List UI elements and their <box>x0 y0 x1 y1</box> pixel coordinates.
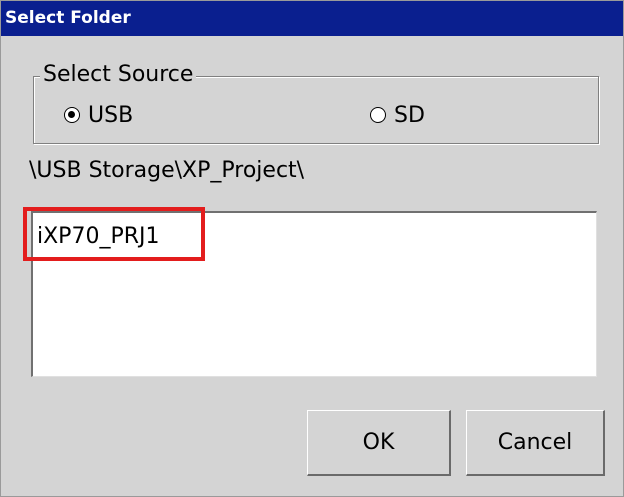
radio-sd-label: SD <box>394 102 425 128</box>
select-folder-dialog: Select Folder Select Source USB SD \USB … <box>0 0 624 497</box>
select-source-legend: Select Source <box>40 62 197 88</box>
folder-listbox[interactable]: iXP70_PRJ1 <box>31 211 597 377</box>
radio-selected-icon <box>64 107 80 123</box>
radio-sd[interactable]: SD <box>370 101 425 129</box>
window-title: Select Folder <box>1 1 623 36</box>
list-item[interactable]: iXP70_PRJ1 <box>37 223 159 251</box>
radio-unselected-icon <box>370 107 386 123</box>
radio-usb-label: USB <box>88 102 134 128</box>
current-path: \USB Storage\XP_Project\ <box>29 158 305 183</box>
ok-button[interactable]: OK <box>307 410 451 476</box>
cancel-button[interactable]: Cancel <box>466 410 605 476</box>
radio-usb[interactable]: USB <box>64 101 133 129</box>
